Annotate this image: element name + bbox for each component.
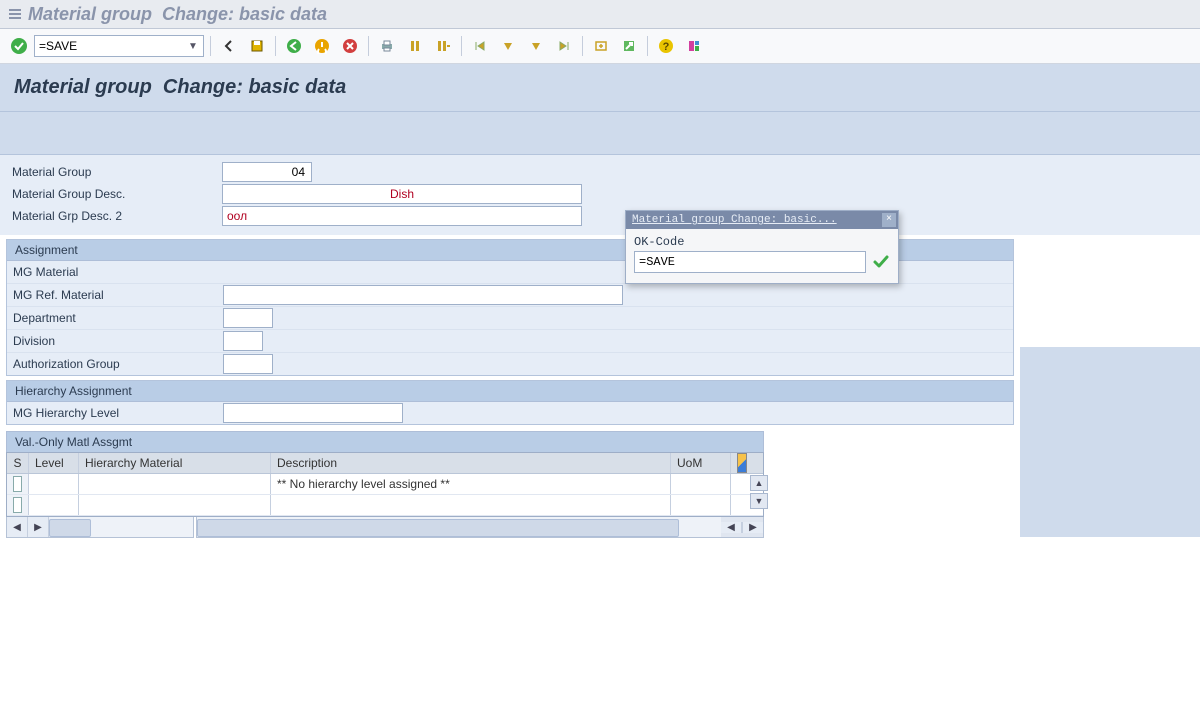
- material-grp-desc2-input[interactable]: [222, 206, 582, 226]
- row-select-checkbox[interactable]: [13, 476, 22, 492]
- first-page-button[interactable]: [468, 34, 492, 58]
- mg-material-label: MG Material: [13, 265, 223, 279]
- okcode-confirm-button[interactable]: [872, 253, 890, 271]
- page-header: Material group Change: basic data: [0, 64, 1200, 112]
- material-group-input[interactable]: [222, 162, 312, 182]
- toolbar-separator: [275, 36, 276, 56]
- hscroll-left-prev[interactable]: ◀: [7, 517, 28, 537]
- field-row-auth-group: Authorization Group: [7, 352, 1013, 375]
- auth-group-label: Authorization Group: [13, 357, 223, 371]
- cell-level: [29, 474, 79, 494]
- cell-uom: [671, 474, 731, 494]
- help-button[interactable]: ?: [654, 34, 678, 58]
- col-header-description[interactable]: Description: [271, 453, 671, 473]
- field-row-mg-hierarchy-level: MG Hierarchy Level: [7, 402, 1013, 424]
- application-toolbar-area: [0, 112, 1200, 155]
- cell-desc: ** No hierarchy level assigned **: [271, 474, 671, 494]
- toolbar-separator: [582, 36, 583, 56]
- division-label: Division: [13, 334, 223, 348]
- mg-ref-material-label: MG Ref. Material: [13, 288, 223, 302]
- row-select-checkbox[interactable]: [13, 497, 22, 513]
- cancel-button[interactable]: [338, 34, 362, 58]
- val-only-grid: S Level Hierarchy Material Description U…: [6, 452, 764, 517]
- popup-title: Material group Change: basic... ×: [626, 211, 898, 229]
- exit-button[interactable]: [310, 34, 334, 58]
- table-row[interactable]: [7, 495, 763, 516]
- back-green-button[interactable]: [282, 34, 306, 58]
- toolbar-separator: [210, 36, 211, 56]
- auth-group-input[interactable]: [223, 354, 273, 374]
- col-header-s[interactable]: S: [7, 453, 29, 473]
- okcode-label: OK-Code: [634, 235, 890, 249]
- save-button[interactable]: [245, 34, 269, 58]
- field-row-material-grp-desc2: Material Grp Desc. 2: [6, 205, 1194, 227]
- enter-button[interactable]: [8, 35, 30, 57]
- vscroll-controls: ▲ ▼: [750, 475, 768, 509]
- basic-data-fields: Material Group Material Group Desc. Mate…: [0, 155, 1200, 235]
- val-only-header: Val.-Only Matl Assgmt: [6, 431, 764, 452]
- division-input[interactable]: [223, 331, 263, 351]
- val-only-section: Val.-Only Matl Assgmt S Level Hierarchy …: [6, 431, 764, 537]
- command-field[interactable]: [34, 35, 204, 57]
- hscroll-right[interactable]: ◀ ▶: [196, 517, 764, 538]
- hscroll-right-prev[interactable]: ◀: [721, 522, 742, 533]
- vscroll-up[interactable]: ▲: [750, 475, 768, 491]
- col-header-uom[interactable]: UoM: [671, 453, 731, 473]
- toolbar-separator: [461, 36, 462, 56]
- popup-close-button[interactable]: ×: [882, 213, 896, 227]
- field-row-division: Division: [7, 329, 1013, 352]
- department-input[interactable]: [223, 308, 273, 328]
- cell-hmat: [79, 474, 271, 494]
- material-group-label: Material Group: [12, 165, 222, 179]
- department-label: Department: [13, 311, 223, 325]
- field-row-material-group: Material Group: [6, 161, 1194, 183]
- field-row-material-group-desc: Material Group Desc.: [6, 183, 1194, 205]
- command-field-wrapper: ▼: [34, 35, 204, 57]
- right-background: [1020, 347, 1200, 537]
- mg-hierarchy-level-label: MG Hierarchy Level: [13, 406, 223, 420]
- back-button[interactable]: [217, 34, 241, 58]
- okcode-popup: Material group Change: basic... × OK-Cod…: [625, 210, 899, 284]
- page-title: Material group Change: basic data: [14, 76, 1186, 99]
- col-header-level[interactable]: Level: [29, 453, 79, 473]
- print-button[interactable]: [375, 34, 399, 58]
- popup-title-text: Material group Change: basic...: [632, 214, 837, 226]
- window-title: Material group Change: basic data: [28, 4, 327, 25]
- col-config-button[interactable]: [731, 453, 753, 473]
- svg-text:?: ?: [663, 41, 670, 53]
- toolbar-separator: [647, 36, 648, 56]
- table-row[interactable]: ** No hierarchy level assigned **: [7, 474, 763, 495]
- find-button[interactable]: [403, 34, 427, 58]
- find-next-button[interactable]: [431, 34, 455, 58]
- vscroll-down[interactable]: ▼: [750, 493, 768, 509]
- prev-page-button[interactable]: [496, 34, 520, 58]
- okcode-input[interactable]: [634, 251, 866, 273]
- col-header-hierarchy-material[interactable]: Hierarchy Material: [79, 453, 271, 473]
- new-session-button[interactable]: [589, 34, 613, 58]
- main-toolbar: ▼ ?: [0, 29, 1200, 64]
- hscroll-left[interactable]: ◀ ▶: [6, 517, 194, 538]
- hierarchy-header: Hierarchy Assignment: [7, 381, 1013, 402]
- material-grp-desc2-label: Material Grp Desc. 2: [12, 209, 222, 223]
- app-menu-icon[interactable]: [8, 7, 22, 21]
- next-page-button[interactable]: [524, 34, 548, 58]
- hscroll-right-next[interactable]: ▶: [742, 522, 763, 533]
- mg-ref-material-input[interactable]: [223, 285, 623, 305]
- hierarchy-section: Hierarchy Assignment MG Hierarchy Level: [6, 380, 1014, 425]
- mg-hierarchy-level-input[interactable]: [223, 403, 403, 423]
- last-page-button[interactable]: [552, 34, 576, 58]
- hscroll-left-next[interactable]: ▶: [28, 517, 49, 537]
- field-row-department: Department: [7, 306, 1013, 329]
- window-title-bar: Material group Change: basic data: [0, 0, 1200, 29]
- toolbar-separator: [368, 36, 369, 56]
- layout-button[interactable]: [682, 34, 706, 58]
- shortcut-button[interactable]: [617, 34, 641, 58]
- grid-header-row: S Level Hierarchy Material Description U…: [7, 453, 763, 474]
- material-group-desc-input[interactable]: [222, 184, 582, 204]
- field-row-mg-ref-material: MG Ref. Material: [7, 283, 1013, 306]
- material-group-desc-label: Material Group Desc.: [12, 187, 222, 201]
